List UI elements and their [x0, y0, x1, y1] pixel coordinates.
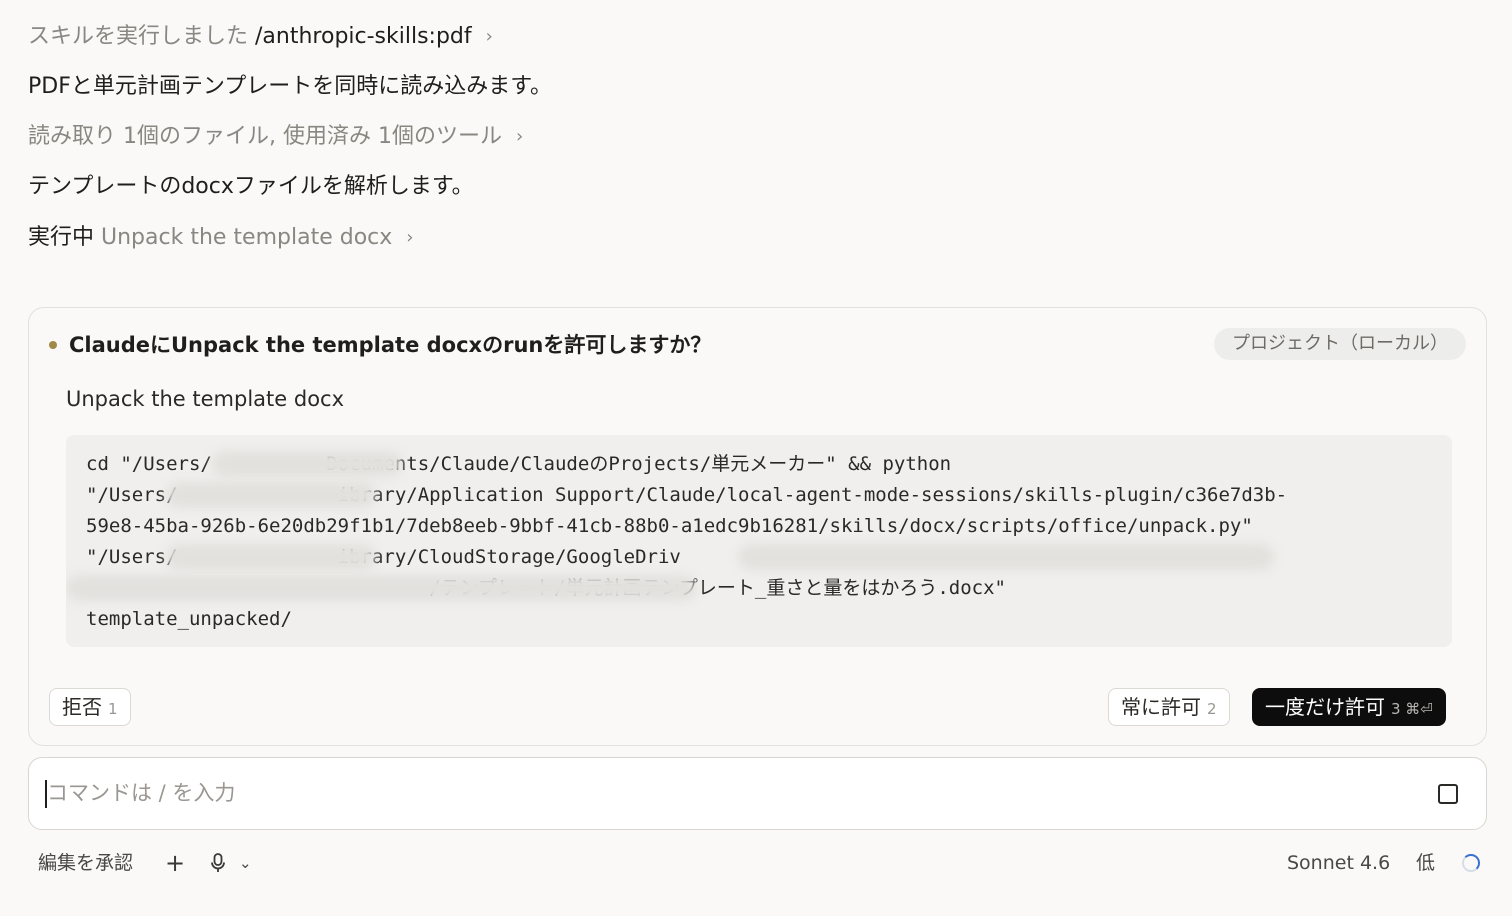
redaction-blur — [212, 451, 402, 477]
chevron-right-icon[interactable]: › — [486, 22, 493, 52]
skill-run-row[interactable]: スキルを実行しました /anthropic-skills:pdf › — [28, 22, 493, 52]
redaction-blur — [166, 482, 376, 508]
always-allow-shortcut: 2 — [1207, 700, 1217, 718]
redaction-blur — [66, 575, 696, 601]
always-allow-button[interactable]: 常に許可 2 — [1108, 688, 1230, 726]
microphone-button[interactable]: ⌄ — [209, 848, 252, 880]
chevron-right-icon[interactable]: › — [516, 122, 523, 152]
loading-spinner-icon — [1462, 854, 1480, 872]
running-task-name: Unpack the template docx — [101, 225, 393, 250]
code-line: template_unpacked/ — [86, 608, 292, 630]
chevron-down-icon[interactable]: ⌄ — [239, 854, 252, 872]
running-task-row[interactable]: 実行中 Unpack the template docx › — [28, 223, 413, 253]
skill-name: /anthropic-skills:pdf — [255, 24, 472, 49]
message-composer[interactable] — [28, 757, 1487, 830]
redaction-blur — [166, 544, 376, 570]
scope-badge[interactable]: プロジェクト（ローカル） — [1214, 328, 1466, 360]
command-code-block: cd "/Users/ Documents/Claude/ClaudeのProj… — [66, 435, 1452, 647]
claude-chat-window: スキルを実行しました /anthropic-skills:pdf › PDFと単元… — [0, 0, 1512, 916]
permission-title-row: ClaudeにUnpack the template docxのrunを許可しま… — [49, 330, 711, 360]
allow-once-label: 一度だけ許可 — [1265, 695, 1385, 719]
always-allow-label: 常に許可 — [1121, 695, 1201, 719]
status-dot-icon — [49, 341, 57, 349]
assistant-message-2: テンプレートのdocxファイルを解析します。 — [28, 174, 474, 199]
microphone-icon — [211, 853, 225, 872]
model-selector[interactable]: Sonnet 4.6 — [1287, 848, 1390, 878]
permission-card: ClaudeにUnpack the template docxのrunを許可しま… — [28, 307, 1487, 746]
running-prefix: 実行中 — [28, 225, 95, 250]
stop-icon[interactable] — [1438, 784, 1458, 804]
deny-label: 拒否 — [62, 695, 102, 719]
command-input[interactable] — [47, 776, 1407, 810]
accept-edits-toggle[interactable]: 編集を承認 — [38, 848, 133, 878]
read-summary-row[interactable]: 読み取り 1個のファイル, 使用済み 1個のツール › — [28, 122, 523, 152]
code-line: 59e8-45ba-926b-6e20db29f1b1/7deb8eeb-9bb… — [86, 515, 1253, 537]
permission-title: ClaudeにUnpack the template docxのrunを許可しま… — [69, 333, 712, 357]
allow-once-button[interactable]: 一度だけ許可 3 ⌘⏎ — [1252, 688, 1446, 726]
allow-once-shortcut: 3 ⌘⏎ — [1391, 700, 1433, 718]
skill-run-prefix: スキルを実行しました — [28, 24, 249, 49]
redaction-blur — [738, 544, 1274, 570]
deny-button[interactable]: 拒否 1 — [49, 688, 131, 726]
deny-shortcut: 1 — [108, 700, 118, 718]
assistant-message-1: PDFと単元計画テンプレートを同時に読み込みます。 — [28, 74, 553, 99]
read-summary: 読み取り 1個のファイル, 使用済み 1個のツール — [28, 124, 502, 149]
chevron-right-icon[interactable]: › — [406, 223, 413, 253]
permission-description: Unpack the template docx — [66, 387, 345, 411]
plus-icon[interactable]: + — [165, 848, 185, 878]
effort-selector[interactable]: 低 — [1416, 848, 1435, 878]
